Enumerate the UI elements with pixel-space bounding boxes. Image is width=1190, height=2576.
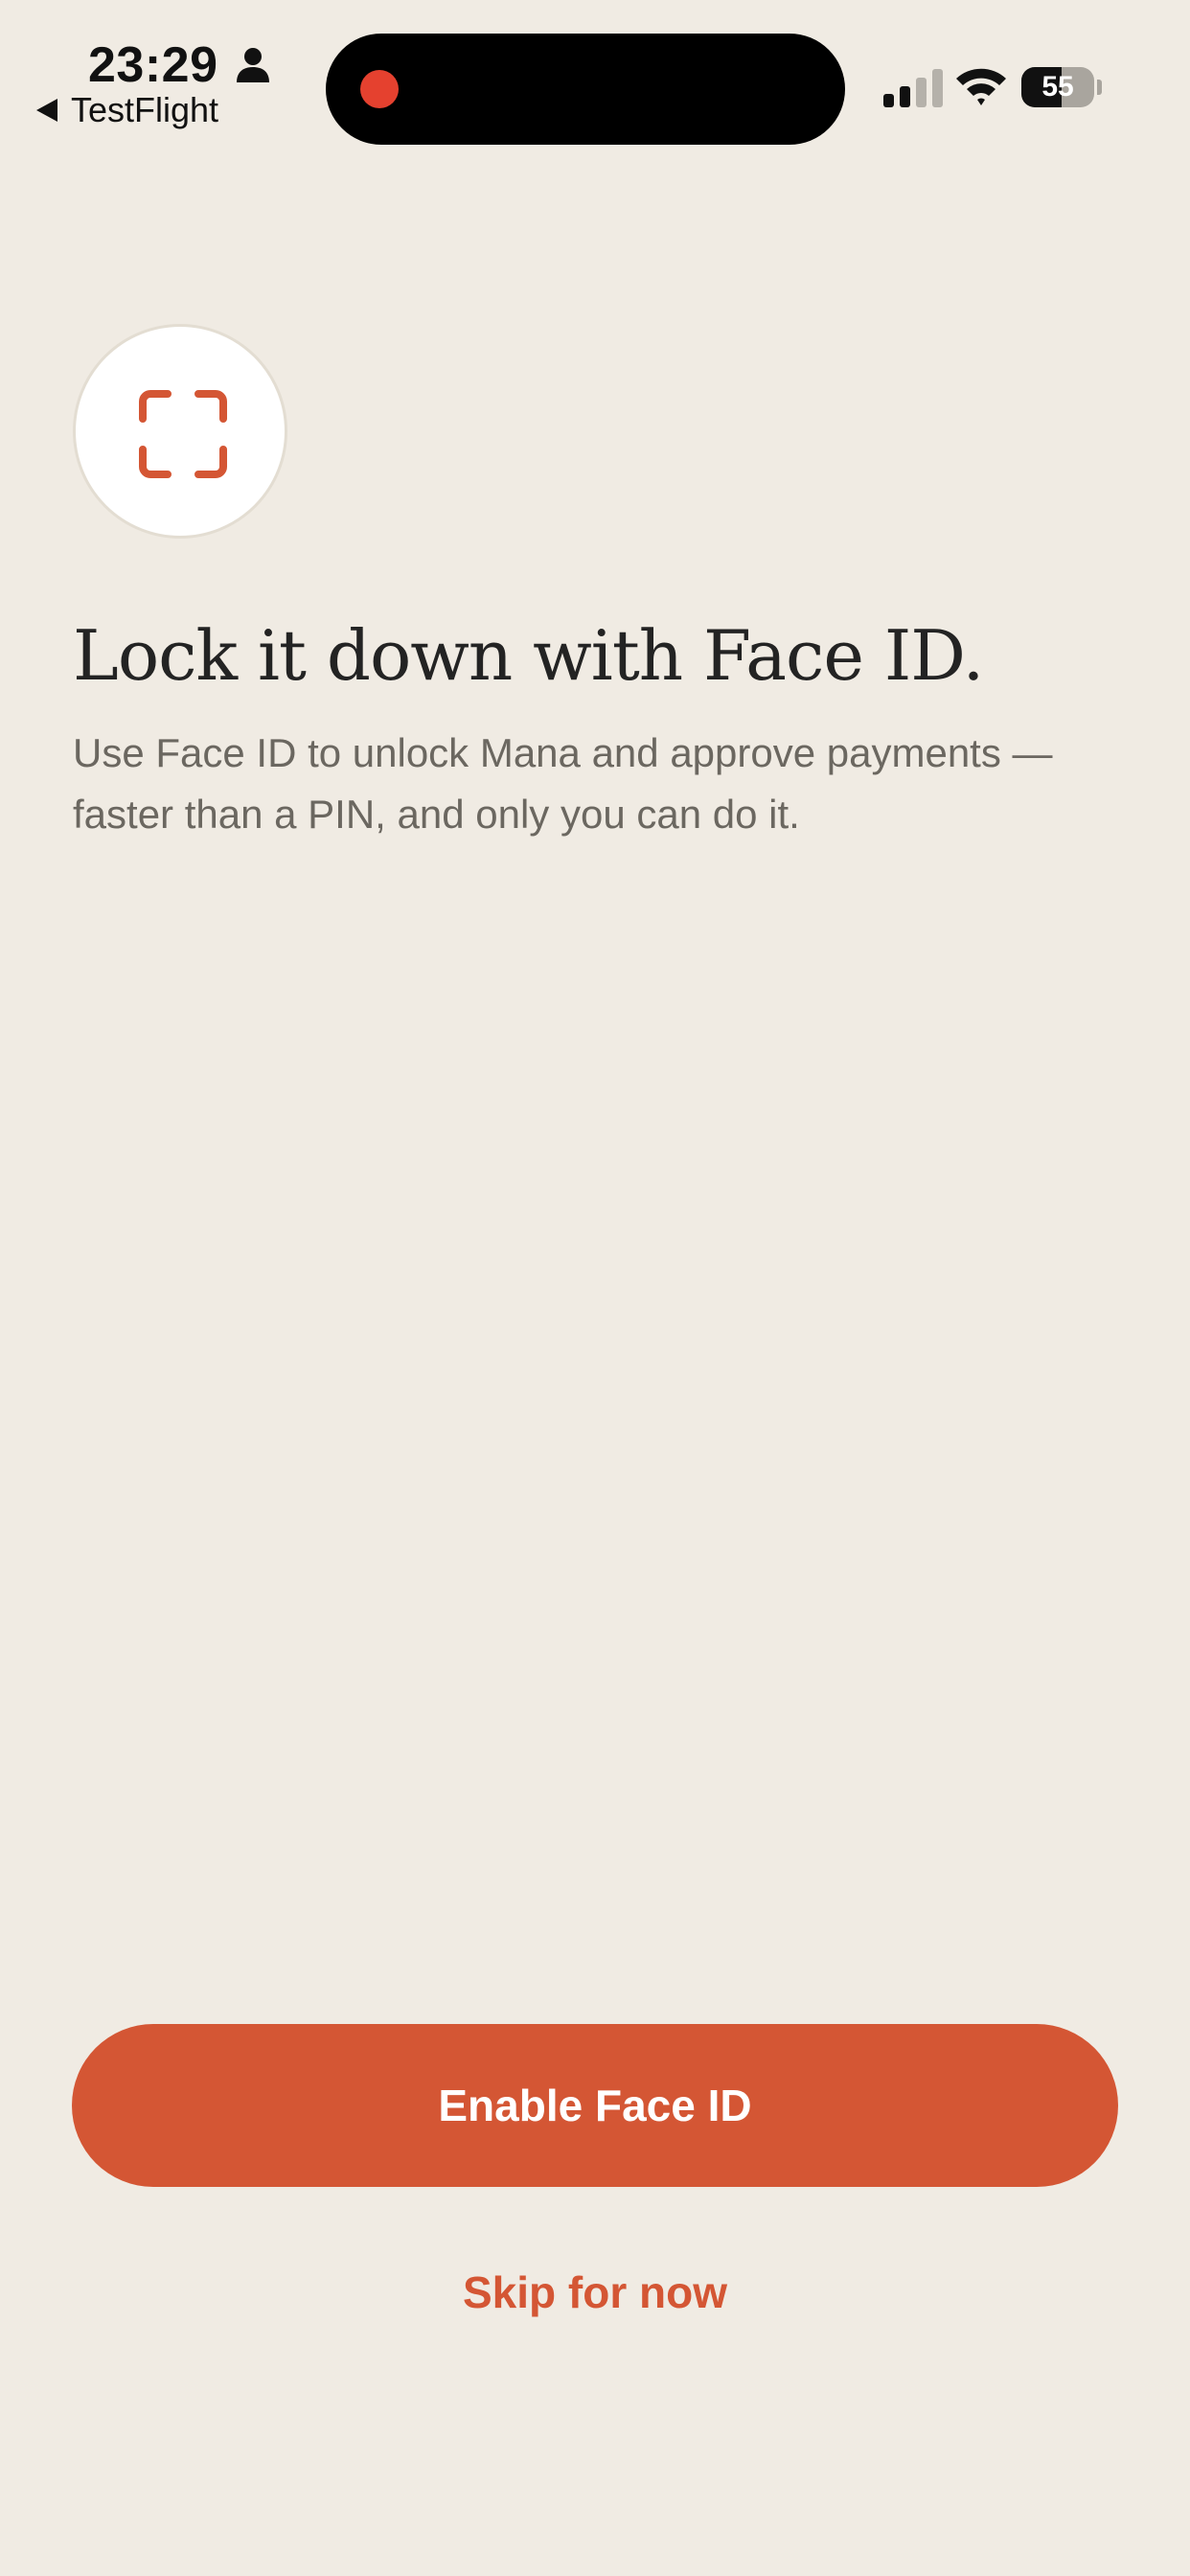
face-id-icon xyxy=(139,390,227,478)
face-id-badge xyxy=(73,324,287,539)
recording-indicator-icon xyxy=(360,70,399,108)
back-arrow-icon xyxy=(36,99,57,122)
battery-cap xyxy=(1097,80,1102,95)
skip-for-now-button[interactable]: Skip for now xyxy=(0,2262,1190,2323)
back-to-testflight-link[interactable]: TestFlight xyxy=(36,90,218,130)
person-icon xyxy=(237,48,269,82)
battery-icon: 55 xyxy=(1021,67,1094,107)
cellular-signal-icon xyxy=(883,69,943,107)
battery-level: 55 xyxy=(1041,71,1074,103)
wifi-icon xyxy=(956,68,1006,105)
status-time: 23:29 xyxy=(88,37,218,93)
back-link-label: TestFlight xyxy=(71,90,219,129)
dynamic-island xyxy=(326,34,845,145)
enable-face-id-button[interactable]: Enable Face ID xyxy=(72,2024,1118,2187)
page-title: Lock it down with Face ID. xyxy=(73,615,984,696)
page-subtitle: Use Face ID to unlock Mana and approve p… xyxy=(73,730,1053,837)
